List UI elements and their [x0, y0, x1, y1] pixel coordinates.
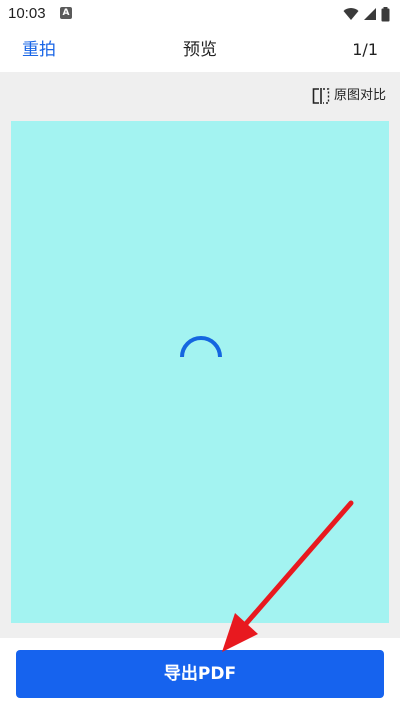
wifi-icon [343, 8, 359, 20]
bottom-action-bar: 导出PDF [0, 638, 400, 710]
compare-original-button[interactable]: 原图对比 [312, 86, 386, 106]
export-pdf-button[interactable]: 导出PDF [16, 650, 384, 698]
compare-original-label: 原图对比 [333, 88, 386, 103]
app-notification-icon: A [60, 7, 72, 19]
status-time: 10:03 [8, 5, 46, 22]
loading-spinner-icon [180, 336, 222, 358]
battery-icon [381, 6, 390, 21]
page-indicator: 1/1 [352, 40, 378, 59]
status-bar: 10:03 A [0, 0, 400, 28]
app-notification-badge: A [62, 8, 70, 18]
top-navigation-bar: 重拍 预览 1/1 [0, 28, 400, 72]
status-icons [343, 5, 390, 23]
document-preview-page[interactable] [11, 121, 389, 623]
signal-icon [364, 8, 376, 20]
preview-area: 原图对比 [0, 72, 400, 638]
split-compare-icon [312, 88, 330, 104]
page-title: 预览 [183, 40, 217, 60]
